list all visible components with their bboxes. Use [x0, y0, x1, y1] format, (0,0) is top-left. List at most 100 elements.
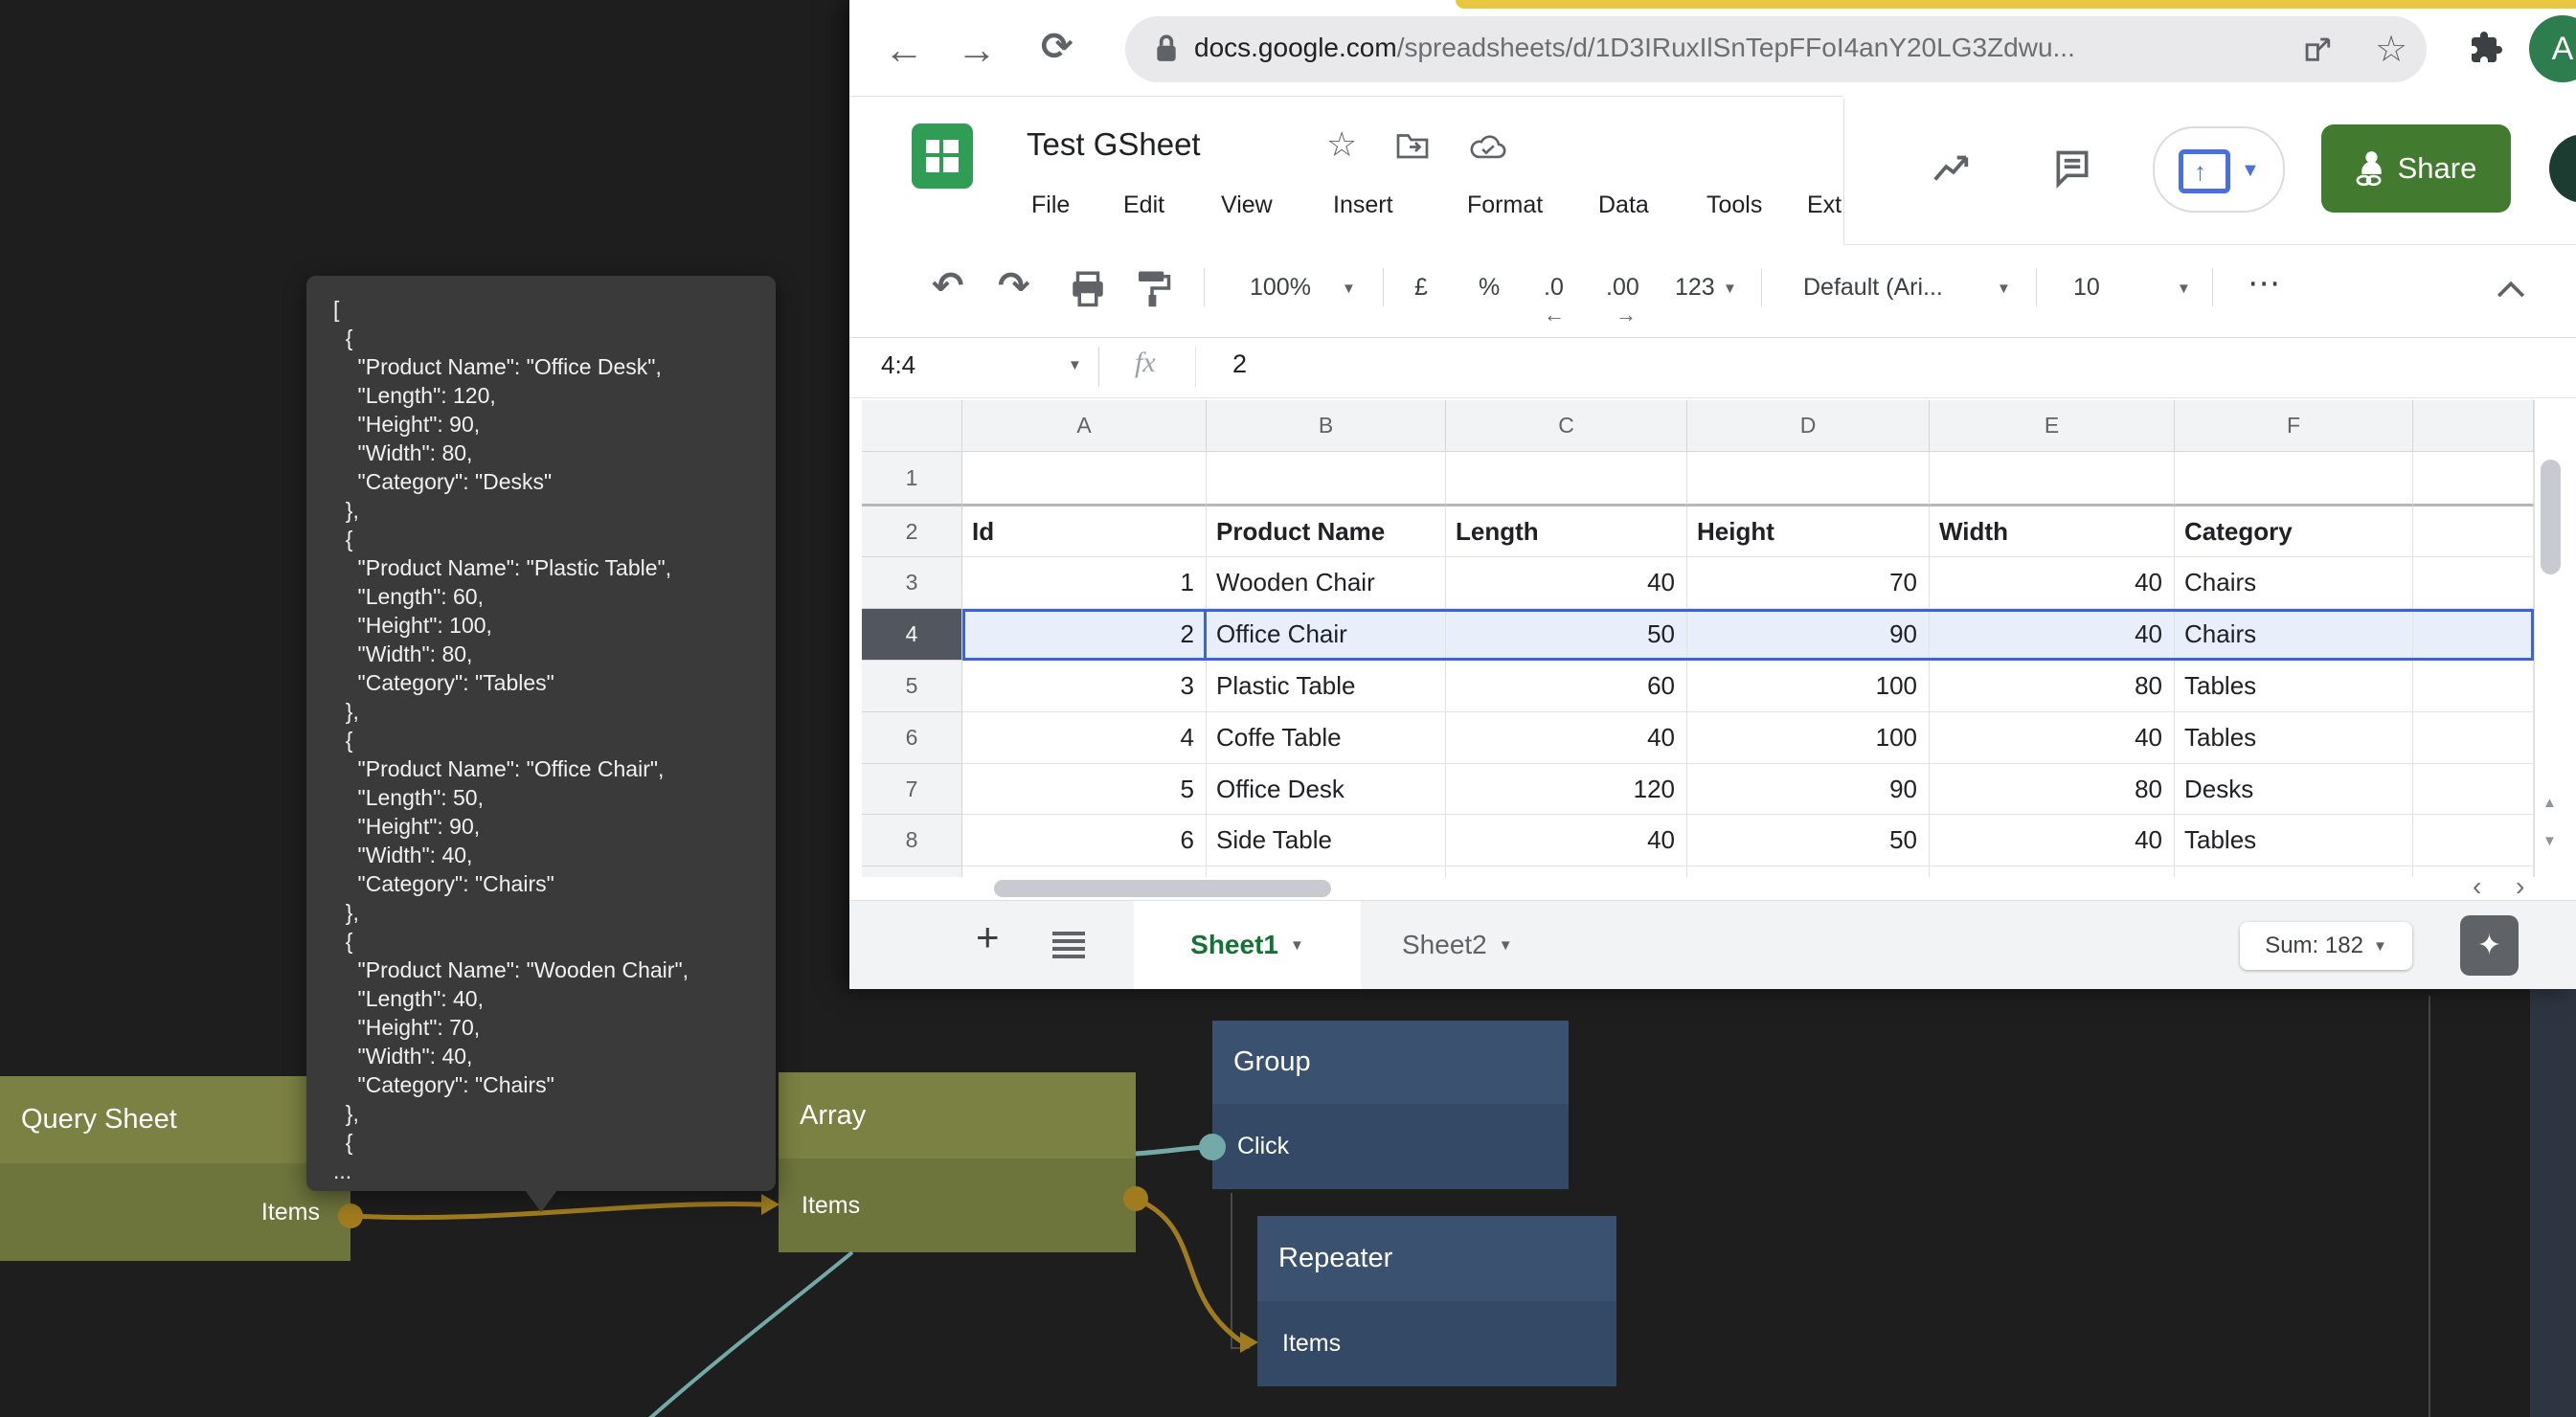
cell[interactable]: Width — [1930, 506, 2175, 557]
scroll-up-icon[interactable]: ▲ — [2542, 795, 2557, 811]
array-items-input-arrow[interactable] — [761, 1194, 780, 1215]
row-header-2[interactable]: 2 — [862, 506, 962, 557]
array-items-output-port[interactable] — [1123, 1186, 1148, 1211]
name-box[interactable]: 4:4 — [881, 350, 915, 380]
cell[interactable] — [2413, 557, 2534, 609]
cell[interactable] — [962, 866, 1207, 877]
scroll-right-icon[interactable]: › — [2516, 871, 2524, 902]
spreadsheet-grid[interactable]: A B C D E F 1 2 Id Product Name Length H… — [862, 400, 2534, 877]
cell[interactable]: Side Table — [1207, 815, 1446, 866]
group-click-port[interactable] — [1199, 1134, 1226, 1160]
cell[interactable] — [1446, 866, 1687, 877]
active-cell[interactable]: 2 — [962, 609, 1207, 661]
menu-view[interactable]: View — [1221, 191, 1273, 219]
cell[interactable]: Wooden Chair — [1207, 557, 1446, 609]
cell[interactable] — [2413, 764, 2534, 815]
scroll-down-icon[interactable]: ▼ — [2542, 833, 2557, 849]
share-page-icon[interactable] — [2300, 33, 2333, 65]
vertical-scrollbar-thumb[interactable] — [2541, 460, 2561, 574]
cell[interactable]: 40 — [1446, 815, 1687, 866]
horizontal-scrollbar-thumb[interactable] — [994, 880, 1331, 897]
menu-tools[interactable]: Tools — [1706, 191, 1762, 219]
back-icon[interactable]: ← — [884, 27, 924, 73]
row-header-3[interactable]: 3 — [862, 557, 962, 609]
cell[interactable]: 80 — [1930, 764, 2175, 815]
cell[interactable]: 4 — [962, 712, 1207, 764]
cell[interactable]: 40 — [1930, 557, 2175, 609]
menu-extensions[interactable]: Ext — [1807, 191, 1842, 219]
omnibox[interactable]: docs.google.com/spreadsheets/d/1D3IRuxIl… — [1125, 16, 2427, 82]
zoom-select[interactable]: 100% — [1250, 274, 1311, 302]
menu-insert[interactable]: Insert — [1333, 191, 1393, 219]
cell[interactable]: 120 — [1446, 764, 1687, 815]
sheet-avatar[interactable] — [2549, 134, 2576, 203]
cell[interactable] — [2413, 609, 2534, 661]
cell[interactable]: 40 — [1446, 712, 1687, 764]
cell[interactable]: Height — [1687, 506, 1930, 557]
trend-stats-icon[interactable] — [1930, 148, 1974, 189]
row-header-partial[interactable] — [862, 866, 962, 877]
cell[interactable]: Plastic Table — [1207, 661, 1446, 712]
row-header-5[interactable]: 5 — [862, 661, 962, 712]
cell[interactable]: Id — [962, 506, 1207, 557]
number-format-button[interactable]: 123 — [1675, 274, 1715, 302]
cell[interactable]: 40 — [1446, 557, 1687, 609]
cell[interactable] — [1207, 866, 1446, 877]
more-toolbar-button[interactable]: ⋯ — [2248, 264, 2280, 303]
cell[interactable]: 5 — [962, 764, 1207, 815]
tab-sheet2[interactable]: Sheet2 ▼ — [1402, 901, 1513, 989]
cell[interactable] — [1446, 452, 1687, 506]
cell[interactable]: Category — [2175, 506, 2413, 557]
cell[interactable] — [2175, 452, 2413, 506]
comment-icon[interactable] — [2051, 147, 2093, 190]
col-header-d[interactable]: D — [1687, 400, 1930, 452]
cloud-saved-icon[interactable] — [1470, 132, 1506, 161]
redo-icon[interactable]: ↷ — [998, 264, 1030, 308]
menu-data[interactable]: Data — [1598, 191, 1649, 219]
tab-sheet1[interactable]: Sheet1 ▼ — [1134, 901, 1361, 989]
cell[interactable] — [1930, 452, 2175, 506]
extensions-puzzle-icon[interactable] — [2466, 28, 2508, 70]
cell[interactable]: 100 — [1687, 712, 1930, 764]
cell[interactable]: 90 — [1687, 609, 1930, 661]
cell[interactable]: 50 — [1446, 609, 1687, 661]
all-sheets-icon[interactable] — [1052, 932, 1085, 958]
cell[interactable] — [1207, 452, 1446, 506]
cell[interactable] — [2413, 712, 2534, 764]
cell[interactable] — [2413, 815, 2534, 866]
cell[interactable]: Coffe Table — [1207, 712, 1446, 764]
col-header-f[interactable]: F — [2175, 400, 2413, 452]
cell[interactable]: 100 — [1687, 661, 1930, 712]
sheets-logo-icon[interactable] — [912, 124, 973, 189]
cell[interactable]: 40 — [1930, 712, 2175, 764]
col-header-b[interactable]: B — [1207, 400, 1446, 452]
cell[interactable]: 80 — [1930, 661, 2175, 712]
explore-button[interactable]: ✦ — [2460, 915, 2519, 976]
menu-format[interactable]: Format — [1467, 191, 1543, 219]
cell[interactable] — [1687, 452, 1930, 506]
add-sheet-button[interactable]: + — [976, 914, 1000, 960]
present-button[interactable]: ↑ ▼ — [2153, 126, 2285, 213]
cell[interactable]: Office Chair — [1207, 609, 1446, 661]
cell[interactable]: Length — [1446, 506, 1687, 557]
star-document-icon[interactable]: ☆ — [1326, 124, 1357, 165]
menu-edit[interactable]: Edit — [1123, 191, 1164, 219]
font-size-select[interactable]: 10 — [2073, 274, 2100, 302]
cell[interactable]: Office Desk — [1207, 764, 1446, 815]
vertical-scrollbar[interactable]: ▲ ▼ — [2534, 400, 2567, 877]
cell[interactable]: 3 — [962, 661, 1207, 712]
cell[interactable]: Product Name — [1207, 506, 1446, 557]
cell[interactable]: 60 — [1446, 661, 1687, 712]
increase-decimal-button[interactable]: .00 — [1606, 274, 1639, 302]
row-header-4-selected[interactable]: 4 — [862, 609, 962, 661]
cell[interactable]: 1 — [962, 557, 1207, 609]
col-header-g[interactable] — [2413, 400, 2534, 452]
currency-format-button[interactable]: £ — [1414, 274, 1428, 302]
horizontal-scrollbar[interactable]: ‹ › — [849, 877, 2576, 900]
reload-icon[interactable]: ⟳ — [1041, 25, 1073, 69]
cell[interactable]: Tables — [2175, 661, 2413, 712]
node-repeater[interactable]: Repeater Items — [1257, 1216, 1616, 1386]
cell[interactable] — [1930, 866, 2175, 877]
col-header-a[interactable]: A — [962, 400, 1207, 452]
cell[interactable] — [2175, 866, 2413, 877]
